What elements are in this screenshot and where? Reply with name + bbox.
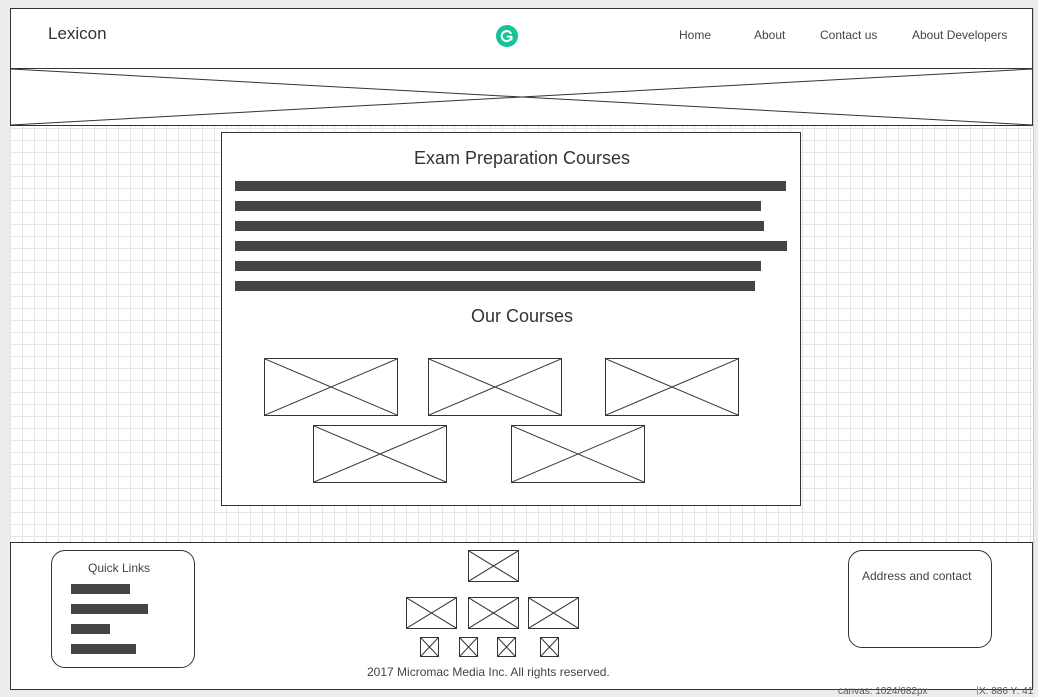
course-image-placeholder[interactable] — [264, 358, 398, 416]
quick-link-placeholder[interactable] — [71, 624, 110, 634]
quick-links-title: Quick Links — [88, 561, 151, 575]
nav-about[interactable]: About — [754, 28, 785, 42]
social-icon-placeholder[interactable] — [459, 637, 478, 657]
text-line-placeholder — [235, 201, 761, 211]
course-image-placeholder[interactable] — [605, 358, 739, 416]
text-line-placeholder — [235, 281, 755, 291]
quick-link-placeholder[interactable] — [71, 644, 136, 654]
site-brand[interactable]: Lexicon — [48, 24, 107, 44]
status-separator — [977, 686, 978, 695]
footer-logo-placeholder — [468, 550, 519, 582]
social-icon-placeholder[interactable] — [420, 637, 439, 657]
nav-home[interactable]: Home — [679, 28, 711, 42]
social-icon-placeholder[interactable] — [497, 637, 516, 657]
text-line-placeholder — [235, 221, 764, 231]
nav-contact-us[interactable]: Contact us — [820, 28, 877, 42]
address-contact-title: Address and contact — [862, 569, 972, 583]
footer-image-placeholder[interactable] — [406, 597, 457, 629]
canvas-size-readout: canvas: 1024/682px — [838, 686, 928, 697]
footer-image-placeholder[interactable] — [468, 597, 519, 629]
social-icon-placeholder[interactable] — [540, 637, 559, 657]
nav-about-developers[interactable]: About Developers — [912, 28, 1007, 42]
course-image-placeholder[interactable] — [313, 425, 447, 483]
grammarly-logo-icon[interactable] — [496, 25, 518, 47]
cursor-coords-readout: X: 886 Y: 41 — [979, 686, 1034, 697]
hero-banner-image-placeholder — [10, 68, 1033, 126]
site-header — [10, 8, 1033, 69]
text-line-placeholder — [235, 261, 761, 271]
course-image-placeholder[interactable] — [511, 425, 645, 483]
quick-link-placeholder[interactable] — [71, 604, 148, 614]
page-title: Exam Preparation Courses — [413, 148, 631, 168]
footer-copyright: 2017 Micromac Media Inc. All rights rese… — [367, 665, 610, 679]
courses-heading: Our Courses — [470, 306, 574, 326]
text-line-placeholder — [235, 241, 787, 251]
text-line-placeholder — [235, 181, 786, 191]
course-image-placeholder[interactable] — [428, 358, 562, 416]
quick-link-placeholder[interactable] — [71, 584, 130, 594]
address-contact-panel — [848, 550, 992, 648]
footer-image-placeholder[interactable] — [528, 597, 579, 629]
